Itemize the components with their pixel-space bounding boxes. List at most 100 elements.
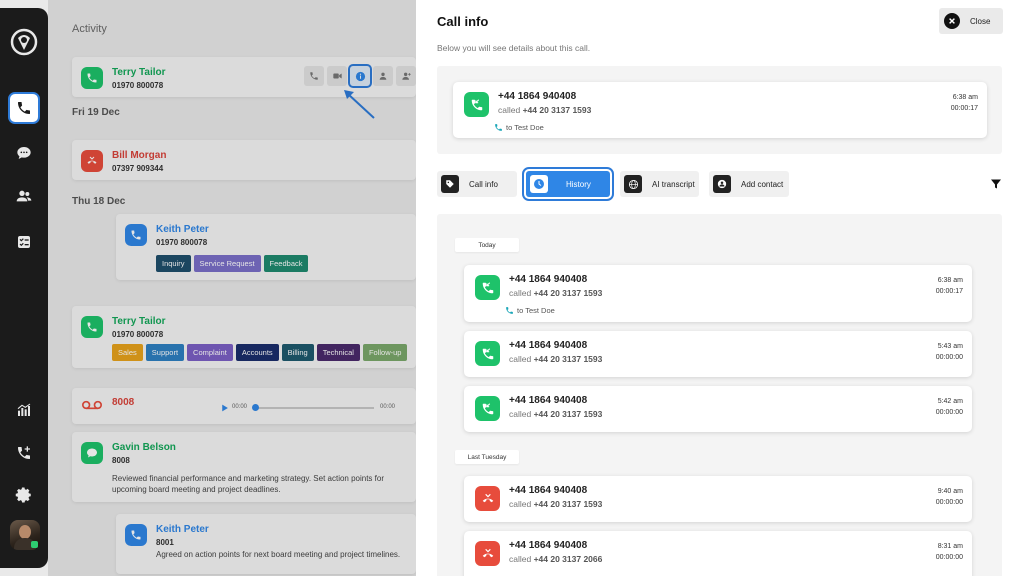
answered-call-icon [464,92,489,117]
tag-list: Inquiry Service Request Feedback [156,255,309,272]
nav-item-settings[interactable] [8,479,40,511]
tag[interactable]: Sales [112,344,143,361]
contact-name[interactable]: Terry Tailor [112,67,166,78]
tag[interactable]: Technical [316,344,360,361]
avatar-face [19,525,31,539]
called-number: +44 20 3137 1593 [533,288,603,298]
contact-button[interactable] [373,66,393,86]
called-number: +44 20 3137 1593 [522,105,592,115]
call-info-button[interactable] [348,64,372,88]
audio-progress-track[interactable] [254,407,374,409]
gear-icon [15,487,31,503]
user-avatar[interactable] [10,520,40,550]
called-number: +44 20 3137 1593 [533,499,603,509]
history-call-card[interactable]: +44 1864 940408 called +44 20 3137 1593 … [464,386,972,432]
tag-icon [441,175,459,193]
tab-call-info[interactable]: Call info [437,171,517,197]
tag[interactable]: Complaint [187,344,233,361]
chat-note: Agreed on action points for next board m… [156,550,401,559]
add-contact-icon [713,175,731,193]
contact-phone: 07397 909344 [112,164,164,173]
nav-item-contacts[interactable] [8,180,40,212]
audio-time-start: 00:00 [232,404,248,410]
play-icon[interactable] [220,403,229,413]
nav-item-add-call[interactable] [8,437,40,469]
contact-name[interactable]: Bill Morgan [112,150,166,161]
tab-label: Add contact [741,179,784,189]
called-prefix: called [509,354,534,364]
nav-item-tasks[interactable] [8,226,40,258]
call-duration: 00:00:17 [935,288,963,295]
called-line: called +44 20 3137 1593 [509,499,602,509]
voicemail-caller[interactable]: 8008 [112,397,134,408]
history-call-card[interactable]: +44 1864 940408 called +44 20 3137 2066 … [464,531,972,576]
contact-name[interactable]: Keith Peter [156,524,209,535]
history-group-label: Last Tuesday [455,450,519,464]
tag[interactable]: Support [145,344,185,361]
tab-label: AI transcript [652,179,695,189]
nav-item-reports[interactable] [8,394,40,426]
tag[interactable]: Inquiry [156,255,191,272]
close-label: Close [970,16,991,26]
info-chat-icon [355,71,365,81]
add-contact-button[interactable] [396,66,416,86]
voicemail-icon [82,400,102,410]
call-button[interactable] [304,66,324,86]
left-nav [0,8,48,568]
nav-item-messages[interactable] [8,137,40,169]
app-logo-icon[interactable] [10,28,38,56]
called-number: +44 20 3137 1593 [533,354,603,364]
tag[interactable]: Accounts [235,344,279,361]
history-call-card[interactable]: +44 1864 940408 called +44 20 3137 1593 … [464,331,972,377]
call-duration: 00:00:17 [950,105,978,112]
panel-subtitle: Below you will see details about this ca… [437,43,591,53]
feed-call-card[interactable]: Bill Morgan 07397 909344 [72,140,416,180]
contacts-icon [16,190,32,202]
caller-number: +44 1864 940408 [509,340,588,351]
feed-chat-card[interactable]: Gavin Belson 8008 Reviewed financial per… [72,432,416,502]
tag[interactable]: Feedback [263,255,309,272]
chat-icon [17,147,31,159]
close-button[interactable]: Close [939,8,1003,34]
called-line: called +44 20 3137 1593 [498,105,591,115]
called-prefix: called [509,554,534,564]
contact-name[interactable]: Terry Tailor [112,316,166,327]
to-name: Test Doe [514,123,544,132]
feed-chat-card[interactable]: Keith Peter 8001 Agreed on action points… [116,514,416,574]
audio-player: 00:00 00:00 [220,402,400,414]
contact-name[interactable]: Gavin Belson [112,442,176,453]
call-info-panel: Call info Below you will see details abo… [416,0,1024,576]
call-action-toolbar [304,64,416,88]
tab-label: Call info [469,179,498,189]
forward-phone-icon [495,124,502,131]
call-time: 5:43 am [937,343,963,350]
call-history-list: Today +44 1864 940408 called +44 20 3137… [437,214,1002,576]
history-group-label: Today [455,238,519,252]
history-call-card[interactable]: +44 1864 940408 called +44 20 3137 1593 … [464,265,972,322]
contact-name[interactable]: Keith Peter [156,224,209,235]
inbound-call-icon [125,224,147,246]
nav-item-calls[interactable] [8,92,40,124]
video-icon [332,73,342,79]
video-button[interactable] [327,66,347,86]
tag[interactable]: Service Request [193,255,261,272]
called-prefix: called [509,409,534,419]
voicemail-card[interactable]: 8008 00:00 00:00 [72,388,416,424]
feed-call-card[interactable]: Terry Tailor 01970 800078 Sales Support … [72,306,416,368]
phone-icon [310,72,318,80]
tag[interactable]: Billing [281,344,314,361]
tag[interactable]: Follow-up [362,344,408,361]
caller-number: +44 1864 940408 [509,485,588,496]
forwarded-to: to Test Doe [494,123,544,132]
called-line: called +44 20 3137 2066 [509,554,602,564]
filter-icon[interactable] [990,178,1002,190]
tab-history[interactable]: History [522,167,614,201]
feed-call-card[interactable]: Keith Peter 01970 800078 Inquiry Service… [116,214,416,280]
history-call-card[interactable]: +44 1864 940408 called +44 20 3137 1593 … [464,476,972,522]
tab-ai-transcript[interactable]: AI transcript [620,171,699,197]
called-line: called +44 20 3137 1593 [509,409,602,419]
caller-number: +44 1864 940408 [509,274,588,285]
tab-add-contact[interactable]: Add contact [709,171,789,197]
audio-progress-handle[interactable] [252,404,259,411]
called-number: +44 20 3137 1593 [533,409,603,419]
